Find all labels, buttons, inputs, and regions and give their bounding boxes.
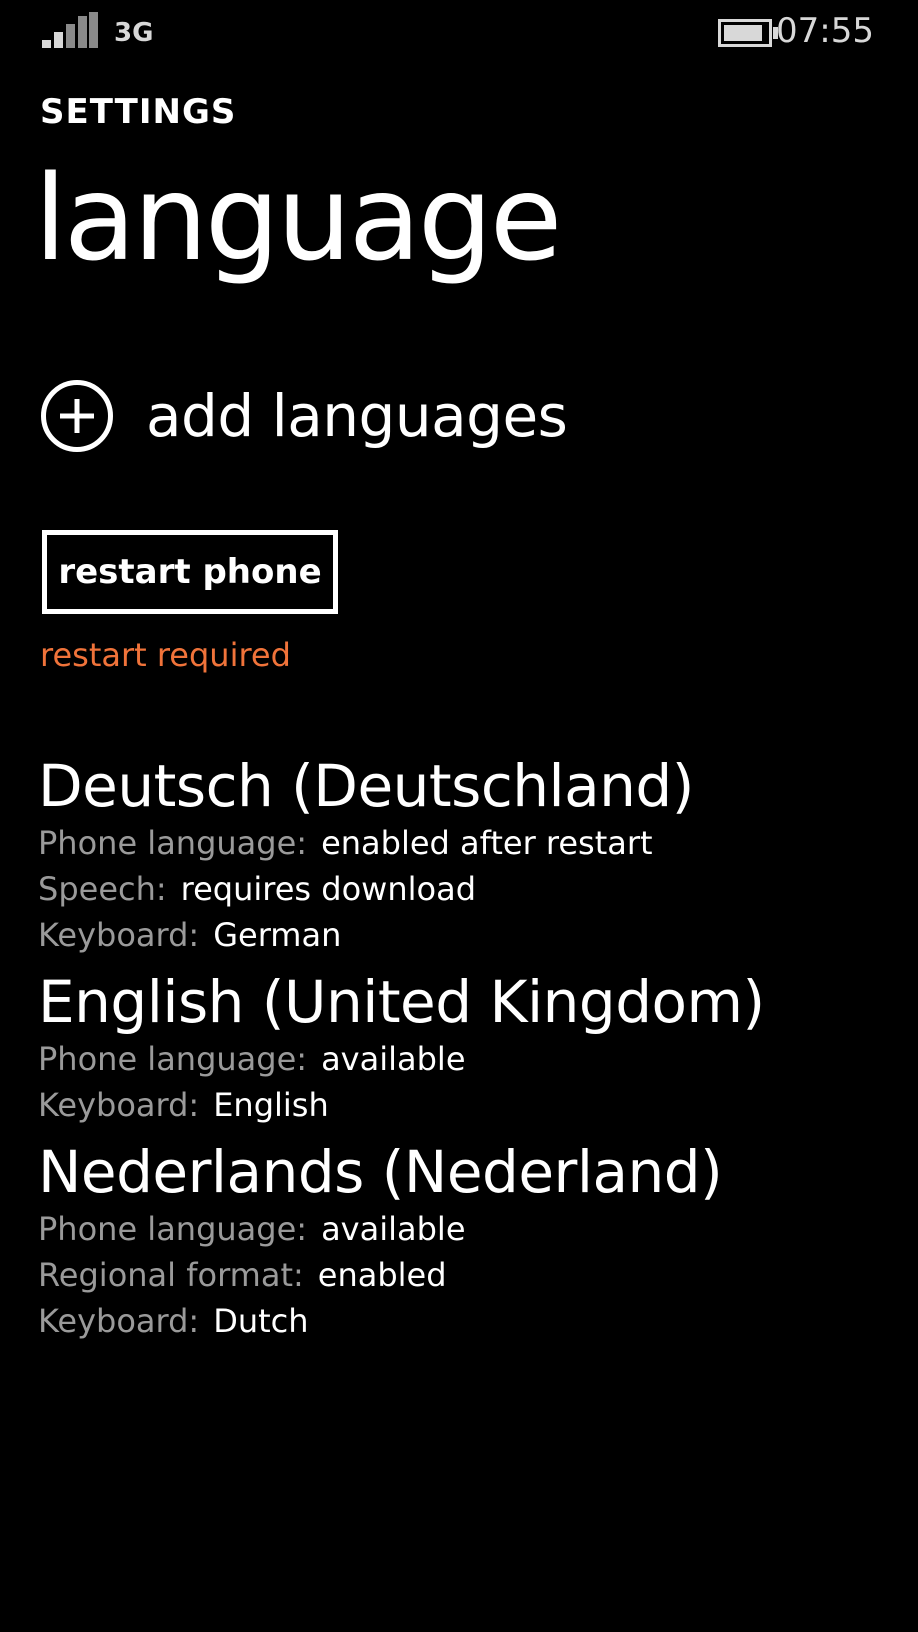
language-detail-row: Keyboard: English <box>38 1082 898 1128</box>
status-clock: 07:55 <box>776 11 874 51</box>
language-detail-row: Keyboard: Dutch <box>38 1298 898 1344</box>
language-name: Nederlands (Nederland) <box>38 1138 723 1206</box>
page-title: language <box>34 149 562 287</box>
detail-label: Regional format: <box>38 1256 304 1294</box>
detail-value: available <box>321 1210 466 1248</box>
language-detail-row: Regional format: enabled <box>38 1252 898 1298</box>
detail-value: Dutch <box>213 1302 309 1340</box>
network-type: 3G <box>114 18 154 48</box>
detail-label: Phone language: <box>38 824 308 862</box>
language-list: Deutsch (Deutschland) Phone language: ena… <box>38 752 898 1354</box>
detail-value: requires download <box>180 870 476 908</box>
language-detail-row: Phone language: enabled after restart <box>38 820 898 866</box>
detail-value: enabled after restart <box>321 824 653 862</box>
language-item-deutsch[interactable]: Deutsch (Deutschland) Phone language: ena… <box>38 752 898 958</box>
section-label: SETTINGS <box>40 92 237 132</box>
detail-label: Keyboard: <box>38 1302 200 1340</box>
detail-value: available <box>321 1040 466 1078</box>
detail-value: enabled <box>317 1256 447 1294</box>
restart-required-note: restart required <box>40 636 291 674</box>
language-detail-row: Phone language: available <box>38 1036 898 1082</box>
language-item-english[interactable]: English (United Kingdom) Phone language:… <box>38 968 898 1128</box>
detail-value: English <box>213 1086 329 1124</box>
language-detail-row: Keyboard: German <box>38 912 898 958</box>
status-bar: 3G 07:55 <box>0 0 918 64</box>
language-item-nederlands[interactable]: Nederlands (Nederland) Phone language: av… <box>38 1138 898 1344</box>
language-detail-row: Phone language: available <box>38 1206 898 1252</box>
add-languages-label: add languages <box>146 382 568 450</box>
detail-label: Keyboard: <box>38 916 200 954</box>
add-circle-icon <box>41 380 113 452</box>
detail-label: Keyboard: <box>38 1086 200 1124</box>
add-languages-button[interactable]: add languages <box>40 374 568 458</box>
language-name: English (United Kingdom) <box>38 968 765 1036</box>
language-detail-row: Speech: requires download <box>38 866 898 912</box>
language-name: Deutsch (Deutschland) <box>38 752 694 820</box>
restart-phone-button[interactable]: restart phone <box>42 530 338 614</box>
signal-strength-icon <box>42 12 98 48</box>
battery-icon <box>718 19 778 47</box>
detail-value: German <box>213 916 342 954</box>
detail-label: Phone language: <box>38 1210 308 1248</box>
detail-label: Phone language: <box>38 1040 308 1078</box>
detail-label: Speech: <box>38 870 167 908</box>
